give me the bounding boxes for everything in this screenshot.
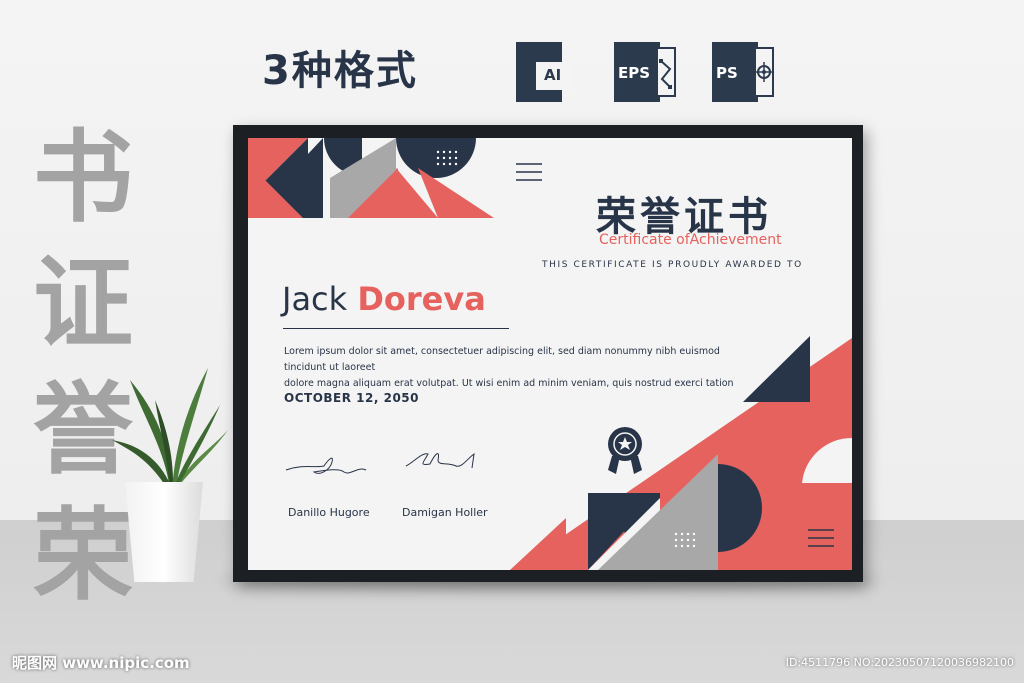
side-char-1: 书	[33, 119, 133, 236]
certificate-date: OCTOBER 12, 2050	[284, 391, 419, 405]
ai-file-icon: AI	[516, 42, 580, 102]
recipient-last-name: Doreva	[357, 280, 486, 318]
watermark-site: 昵图网 www.nipic.com	[12, 654, 190, 672]
award-badge-icon	[608, 427, 642, 474]
certificate-title-en: Certificate ofAchievement	[599, 232, 782, 248]
awarded-to-text: THIS CERTIFICATE IS PROUDLY AWARDED TO	[542, 260, 803, 270]
recipient-first-name: Jack	[282, 280, 348, 318]
body-line-1: Lorem ipsum dolor sit amet, consectetuer…	[284, 346, 720, 373]
signature-2	[405, 452, 475, 469]
signer-2-name: Damigan Holler	[402, 506, 488, 519]
eps-file-icon: EPS	[614, 42, 678, 102]
lines-decor-top	[516, 163, 542, 181]
signer-1-name: Danillo Hugore	[288, 506, 370, 519]
certificate: 荣誉证书 Certificate ofAchievement THIS CERT…	[248, 138, 852, 570]
signature-1	[285, 457, 367, 474]
watermark-id: ID:4511796 NO:20230507120036982100	[785, 656, 1014, 669]
ps-file-icon: PS	[712, 42, 776, 102]
side-char-4: 荣	[33, 497, 133, 614]
plant-pot	[125, 482, 203, 582]
recipient-name: Jack Doreva	[282, 280, 486, 318]
plant-leaves	[112, 368, 228, 490]
side-char-2: 证	[33, 245, 133, 362]
name-underline	[283, 328, 509, 329]
certificate-body: Lorem ipsum dolor sit amet, consectetuer…	[284, 344, 754, 392]
body-line-2: dolore magna aliquam erat volutpat. Ut w…	[284, 378, 734, 389]
ai-label: AI	[544, 66, 562, 84]
eps-label: EPS	[618, 64, 651, 82]
ps-label: PS	[716, 64, 738, 82]
formats-title: 3种格式	[262, 48, 418, 94]
